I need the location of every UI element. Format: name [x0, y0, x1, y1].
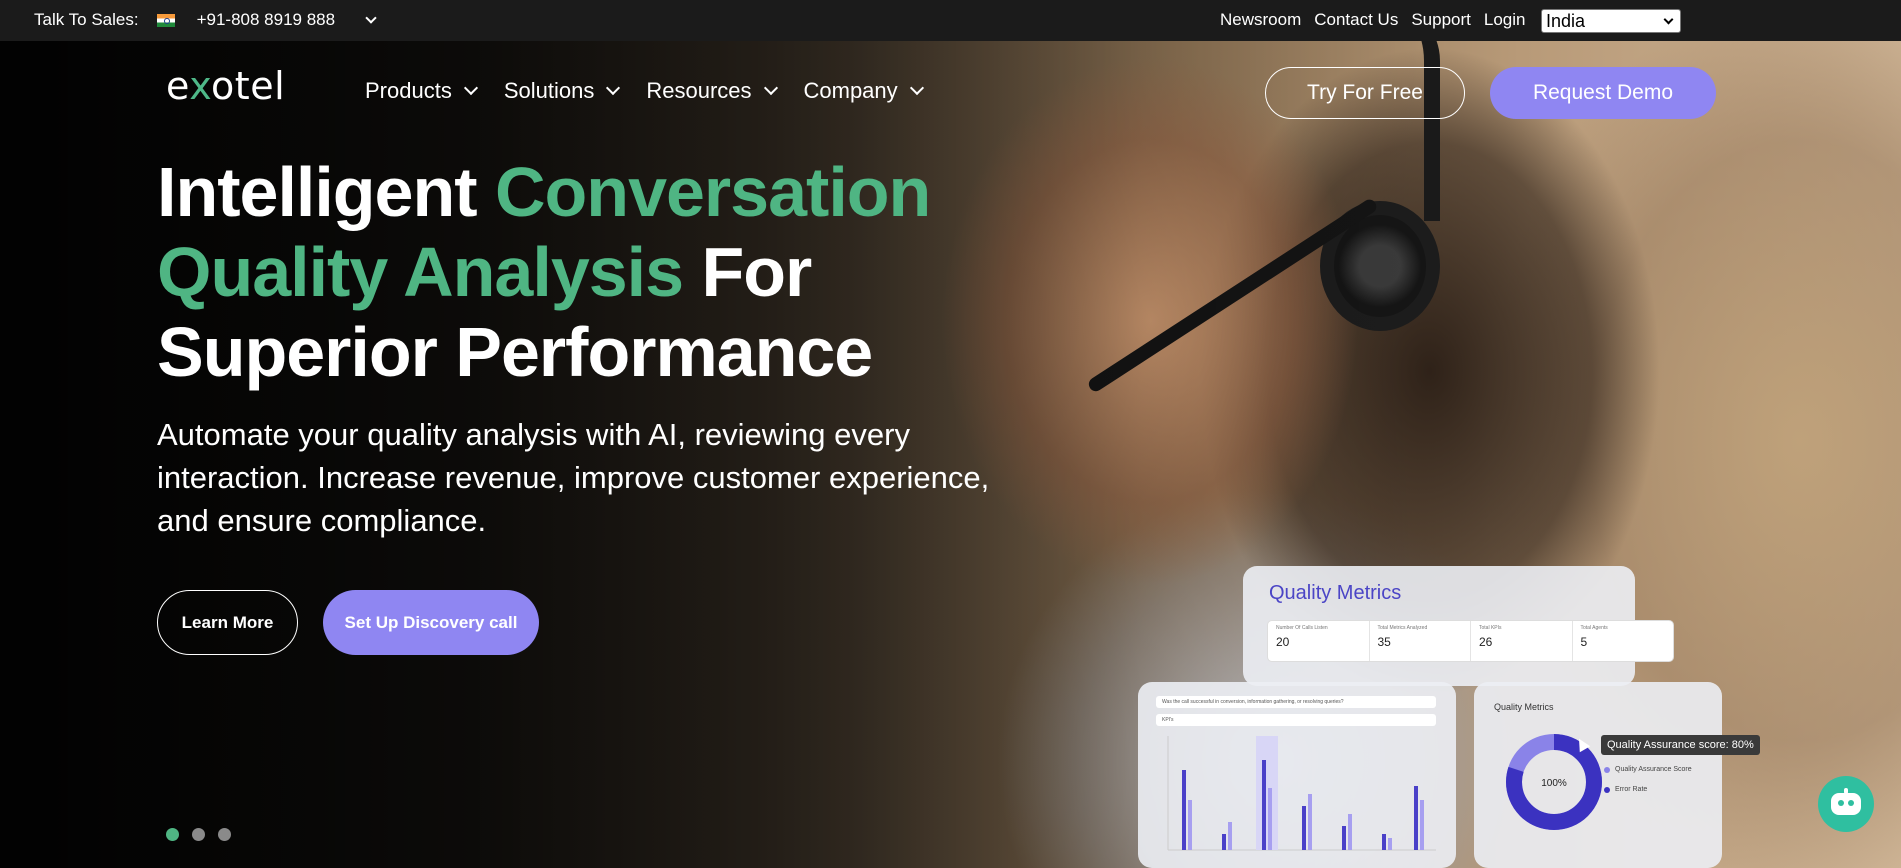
try-for-free-button[interactable]: Try For Free [1265, 67, 1465, 119]
card-title: Quality Metrics [1269, 582, 1402, 604]
quality-metrics-card: Quality Metrics Number Of Calls Listen 20… [1243, 566, 1673, 686]
metric-label: Number Of Calls Listen [1276, 625, 1328, 631]
headline-highlight: Quality Analysis [157, 233, 684, 311]
quality-donut-chart: 100% [1506, 734, 1602, 830]
legend-item: Error Rate [1604, 786, 1692, 793]
main-nav: Products Solutions Resources Company [365, 78, 950, 104]
kpi-bar-card: Was the call successful in conversion, i… [1138, 682, 1456, 868]
chevron-down-icon [909, 80, 924, 96]
top-bar: Talk To Sales: +91-808 8919 888 Newsroom… [0, 0, 1901, 41]
nav-label: Solutions [503, 78, 595, 103]
india-flag-icon [156, 13, 175, 27]
legend-label: Error Rate [1615, 786, 1648, 793]
bar [1342, 826, 1346, 850]
logo-text-start: e [166, 64, 190, 108]
nav-label: Company [803, 78, 898, 103]
chevron-down-icon [763, 80, 778, 96]
nav-label: Products [365, 78, 452, 103]
legend-swatch [1604, 766, 1610, 773]
request-demo-button[interactable]: Request Demo [1490, 67, 1716, 119]
legend-item: Quality Assurance Score [1604, 766, 1692, 773]
kpi-filter: KPI's [1156, 714, 1436, 726]
metric-label: Total Metrics Analyzed [1377, 625, 1428, 631]
bar [1222, 834, 1226, 850]
sales-label: Talk To Sales: [34, 10, 139, 29]
question-text: Was the call successful in conversion, i… [1156, 696, 1436, 708]
bar [1302, 806, 1306, 850]
bar [1388, 838, 1392, 850]
nav-item-solutions[interactable]: Solutions [503, 78, 621, 104]
metric-value: 35 [1377, 635, 1391, 649]
headline-highlight: Conversation [495, 153, 931, 231]
chevron-down-icon [463, 80, 478, 96]
donut-title: Quality Metrics [1494, 702, 1554, 712]
country-value: India [1546, 10, 1586, 31]
hero-subtitle: Automate your quality analysis with AI, … [157, 417, 990, 538]
metric-value: 20 [1276, 635, 1290, 649]
bar [1188, 800, 1192, 850]
slider-dot[interactable] [166, 828, 179, 841]
robot-icon[interactable] [1818, 776, 1874, 832]
chevron-down-icon [1663, 14, 1674, 24]
hero-headline: Intelligent Conversation Quality Analysi… [157, 152, 977, 392]
learn-more-button[interactable]: Learn More [157, 590, 298, 655]
metric-cell: Number Of Calls Listen 20 [1268, 621, 1370, 661]
bar [1348, 814, 1352, 850]
kpi-bar-chart [1167, 736, 1436, 851]
nav-label: Resources [646, 78, 752, 103]
logo-text-end: otel [211, 64, 286, 108]
metric-cell: Total KPIs 26 [1471, 621, 1573, 661]
bar [1414, 786, 1418, 850]
legend-swatch [1604, 786, 1610, 793]
bar-highlight [1256, 736, 1278, 850]
contact-us-link[interactable]: Contact Us [1314, 10, 1398, 30]
metric-cell: Total Agents 5 [1573, 621, 1674, 661]
bar [1308, 794, 1312, 850]
bar [1420, 800, 1424, 850]
country-select[interactable]: India [1541, 9, 1681, 33]
metric-label: Total Agents [1580, 625, 1608, 631]
discovery-call-button[interactable]: Set Up Discovery call [323, 590, 539, 655]
nav-item-resources[interactable]: Resources [646, 78, 778, 104]
donut-legend: Quality Assurance Score Error Rate [1604, 766, 1692, 806]
metric-cell: Total Metrics Analyzed 35 [1370, 621, 1471, 661]
newsroom-link[interactable]: Newsroom [1220, 10, 1301, 30]
logo-text-x: x [189, 64, 212, 108]
donut-center-label: 100% [1541, 778, 1567, 789]
sales-phone[interactable]: +91-808 8919 888 [197, 10, 336, 30]
metric-label: Total KPIs [1479, 625, 1502, 631]
metrics-strip: Number Of Calls Listen 20 Total Metrics A… [1268, 621, 1673, 661]
bar [1382, 834, 1386, 850]
support-link[interactable]: Support [1411, 10, 1471, 30]
bar [1268, 788, 1272, 850]
top-links: Newsroom Contact Us Support Login [1220, 10, 1526, 30]
exotel-logo[interactable]: exotel [166, 64, 285, 108]
metric-value: 26 [1479, 635, 1493, 649]
slider-dot[interactable] [192, 828, 205, 841]
chevron-down-icon[interactable] [365, 11, 377, 24]
headline-part: Intelligent [157, 153, 495, 231]
headline-part: For [683, 233, 813, 311]
login-link[interactable]: Login [1484, 10, 1526, 30]
chevron-down-icon [606, 80, 621, 96]
bar [1182, 770, 1186, 850]
slider-dots [166, 828, 231, 841]
slider-dot[interactable] [218, 828, 231, 841]
donut-card: Quality Metrics 100% Quality Assurance S… [1474, 682, 1722, 868]
nav-item-products[interactable]: Products [365, 78, 478, 104]
bar [1228, 822, 1232, 850]
headline-part: Superior Performance [157, 313, 873, 391]
chart-tooltip: Quality Assurance score: 80% [1601, 735, 1760, 755]
bar [1262, 760, 1266, 850]
legend-label: Quality Assurance Score [1615, 766, 1692, 773]
metric-value: 5 [1580, 635, 1588, 649]
sales-contact: Talk To Sales: +91-808 8919 888 [34, 10, 377, 30]
nav-item-company[interactable]: Company [803, 78, 924, 104]
robot-head [1831, 793, 1861, 815]
